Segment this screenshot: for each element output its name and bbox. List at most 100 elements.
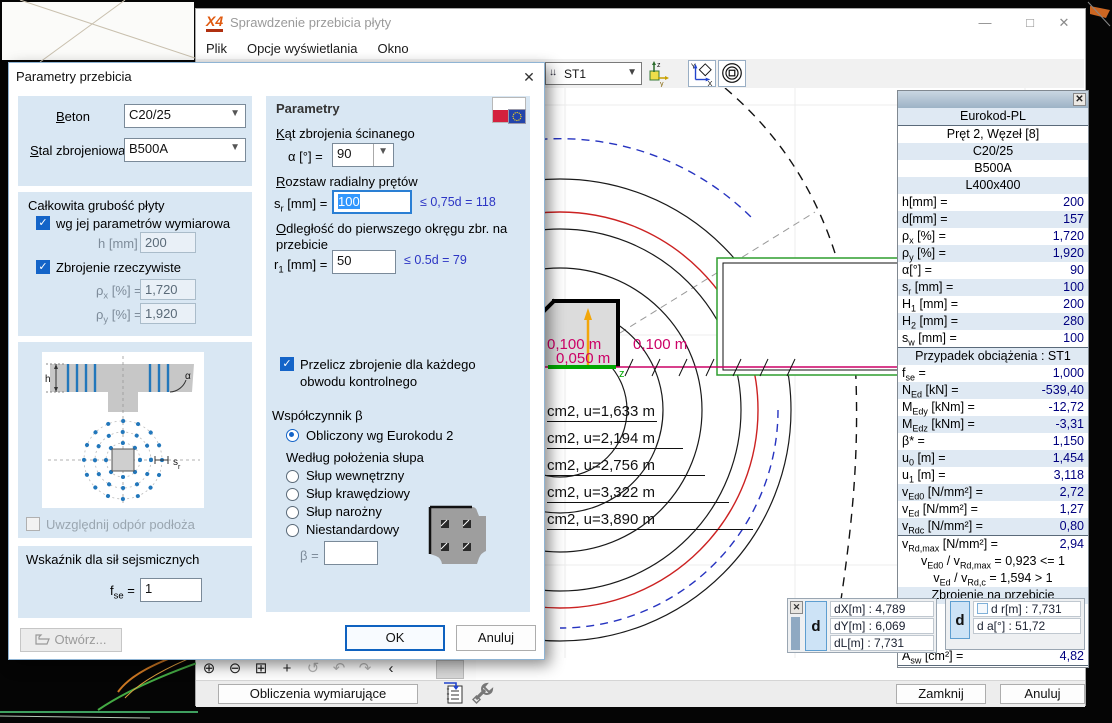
chevron-down-icon[interactable]: ▼ — [230, 108, 240, 119]
results-row: H2 [mm] =280 — [898, 313, 1088, 330]
h-symbol: h — [45, 374, 51, 385]
svg-text:X: X — [708, 79, 713, 87]
results-panel-titlebar[interactable]: ✕ — [898, 91, 1088, 108]
column-position-radio[interactable] — [286, 506, 299, 519]
results-row: h[mm] =200 — [898, 194, 1088, 211]
by-dimensioning-label: wg jej parametrów wymiarowa — [56, 216, 252, 231]
r1-input[interactable]: 50 — [332, 250, 396, 274]
results-row: vRd,max [N/mm²] =2,94 — [898, 535, 1088, 553]
radio-label: Słup wewnętrzny — [306, 468, 404, 483]
dimension-label: 0,100 m — [633, 336, 687, 353]
results-row: B500A — [898, 160, 1088, 177]
recalc-checkbox[interactable]: ✓ — [280, 357, 294, 371]
results-row: L400x400 — [898, 177, 1088, 194]
column-position-label: Według położenia słupa — [286, 450, 424, 465]
alpha-symbol: α — [185, 371, 191, 382]
eurocode-radio-label: Obliczony wg Eurokodu 2 — [306, 428, 453, 443]
background-cad-topleft — [0, 0, 195, 62]
collapse-toolbar-icon[interactable]: ‹ — [378, 658, 404, 679]
perimeters-icon[interactable] — [718, 60, 746, 87]
radio-label: Słup krawędziowy — [306, 486, 410, 501]
close-icon[interactable]: ✕ — [1073, 93, 1086, 106]
coords-box-xyz: ✕ d dX[m] : 4,789dY[m] : 6,069dL[m] : 7,… — [787, 598, 937, 653]
results-row: vEd0 [N/mm²] =2,72 — [898, 484, 1088, 501]
results-row: u0 [m] =1,454 — [898, 450, 1088, 467]
steel-select[interactable]: B500A▼ — [124, 138, 246, 162]
concrete-select[interactable]: C20/25▼ — [124, 104, 246, 128]
report-icon[interactable] — [442, 682, 468, 704]
folder-icon — [35, 634, 50, 645]
menu-bar: PlikOpcje wyświetlaniaOkno — [196, 38, 1084, 60]
minimize-button[interactable]: — — [963, 10, 1007, 36]
subgrade-reaction-checkbox — [26, 517, 40, 531]
by-dimensioning-checkbox[interactable]: ✓ — [36, 216, 50, 230]
svg-text:z: z — [657, 62, 661, 69]
results-row: ρy [%] =1,920 — [898, 245, 1088, 262]
sr-input[interactable]: 100 — [332, 190, 412, 214]
cancel-button-bottom[interactable]: Anuluj — [1000, 684, 1085, 704]
load-case-combobox[interactable]: ↓↓ ST1 ▼ — [545, 62, 642, 85]
zoom-in-icon[interactable]: ⊕ — [196, 658, 222, 679]
reinforcement-diagram: α h sr — [42, 352, 204, 508]
axes-xy-icon[interactable]: Y X — [688, 60, 716, 87]
ok-button[interactable]: OK — [345, 625, 445, 651]
results-row: vEd0 / vRd,max = 0,923 <= 1 — [898, 553, 1088, 570]
results-row: u1 [m] =3,118 — [898, 467, 1088, 484]
svg-text:Y: Y — [691, 61, 696, 70]
results-row: NEd [kN] =-539,40 — [898, 382, 1088, 399]
results-row: vEd [N/mm²] =1,27 — [898, 501, 1088, 518]
column-position-image — [428, 505, 488, 567]
close-button[interactable]: Zamknij — [896, 684, 986, 704]
results-row: C20/25 — [898, 143, 1088, 160]
menu-item[interactable]: Plik — [196, 38, 237, 59]
svg-text:r: r — [178, 464, 181, 471]
poland-eu-flag-icon — [492, 97, 526, 123]
results-row: ρx [%] =1,720 — [898, 228, 1088, 245]
actual-reinforcement-checkbox[interactable]: ✓ — [36, 260, 50, 274]
chevron-down-icon[interactable]: ▼ — [373, 144, 388, 166]
coordinate-readout: dY[m] : 6,069 — [830, 618, 934, 634]
open-button: Otwórz... — [20, 628, 122, 652]
column-position-radio[interactable] — [286, 488, 299, 501]
window-title: Sprawdzenie przebicia płyty — [230, 15, 391, 30]
rho-x-input: 1,720 — [140, 279, 196, 300]
wrench-icon[interactable] — [472, 681, 496, 705]
chevron-down-icon[interactable]: ▼ — [230, 142, 240, 153]
fse-input[interactable]: 1 — [140, 578, 202, 602]
slab-thickness-title: Całkowita grubość płyty — [28, 198, 165, 213]
delta-toggle-button[interactable]: d — [805, 601, 827, 651]
pan-icon[interactable]: + — [274, 658, 300, 679]
close-icon[interactable]: ✕ — [790, 601, 803, 614]
zoom-out-icon[interactable]: ⊖ — [222, 658, 248, 679]
subgrade-reaction-label: Uwzględnij odpór podłoża — [46, 517, 195, 532]
close-window-button[interactable]: ✕ — [1042, 10, 1086, 36]
toolbar-grip[interactable] — [436, 660, 464, 679]
results-row: β* =1,150 — [898, 433, 1088, 450]
cancel-button[interactable]: Anuluj — [456, 625, 536, 651]
menu-item[interactable]: Okno — [368, 38, 419, 59]
close-dialog-button[interactable]: ✕ — [516, 66, 542, 88]
results-row: fse =1,000 — [898, 365, 1088, 382]
perimeter-label: cm2, u=1,633 m — [547, 403, 657, 422]
column-position-radio[interactable] — [286, 470, 299, 483]
eurocode-radio[interactable] — [286, 429, 299, 442]
results-row: vRdc [N/mm²] =0,80 — [898, 518, 1088, 535]
zoom-fit-icon[interactable]: ⊞ — [248, 658, 274, 679]
dimension-label: 0,050 m — [556, 350, 610, 367]
view-undo-icon: ↶ — [326, 658, 352, 679]
column-position-radio[interactable] — [286, 524, 299, 537]
coordinate-system-icon[interactable]: z y — [646, 60, 670, 87]
coordinate-readout: dL[m] : 7,731 — [830, 635, 934, 651]
chevron-down-icon[interactable]: ▼ — [627, 67, 637, 78]
sr-label: sr [mm] = — [274, 196, 327, 215]
menu-item[interactable]: Opcje wyświetlania — [237, 38, 368, 59]
view-redo-icon: ↷ — [352, 658, 378, 679]
perimeter-label: cm2, u=2,194 m — [547, 430, 683, 449]
results-panel: ✕ Eurokod-PLPręt 2, Węzeł [8]C20/25B500A… — [897, 90, 1089, 668]
dialog-title: Parametry przebicia — [16, 69, 132, 84]
delta-toggle-button[interactable]: d — [950, 601, 970, 639]
alpha-select[interactable]: 90 ▼ — [332, 143, 394, 167]
parameters-title: Parametry — [276, 101, 340, 116]
seismic-title: Wskaźnik dla sił sejsmicznych — [26, 552, 199, 567]
dimensioning-calculations-button[interactable]: Obliczenia wymiarujące — [218, 684, 418, 704]
